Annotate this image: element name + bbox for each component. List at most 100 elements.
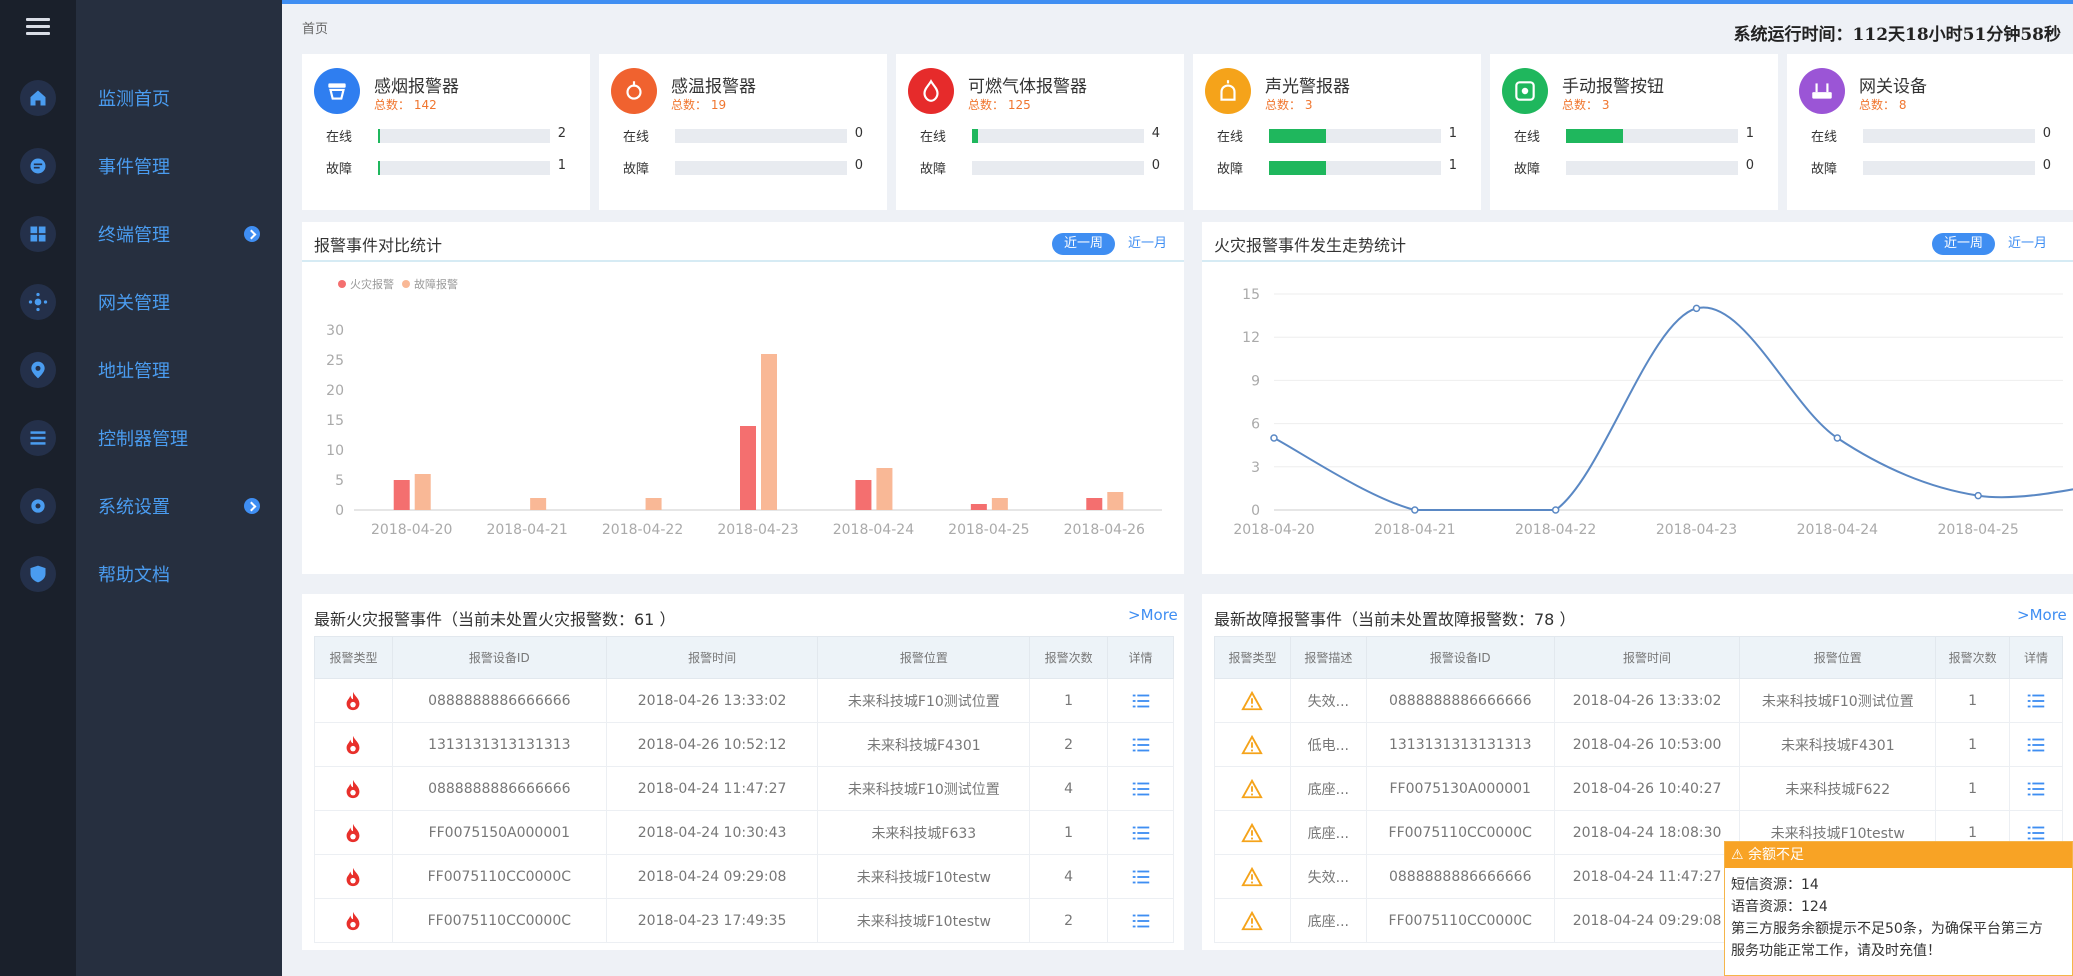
chat-icon[interactable] <box>20 148 56 184</box>
detail-cell[interactable] <box>1107 678 1174 723</box>
sidebar-item[interactable]: 系统设置 <box>76 486 282 526</box>
detail-list-icon[interactable] <box>2025 690 2047 712</box>
detail-cell[interactable] <box>1107 898 1174 943</box>
fire-alarm-icon <box>347 911 360 930</box>
bar <box>761 354 777 510</box>
detail-cell[interactable] <box>1107 810 1174 855</box>
online-label: 在线 <box>326 130 353 145</box>
network-icon[interactable] <box>20 284 56 320</box>
table-row[interactable]: 1313131313131313 2018-04-26 10:52:12 未来科技城… <box>314 722 1174 767</box>
detail-list-icon[interactable] <box>1130 866 1152 888</box>
detail-list-icon[interactable] <box>2025 778 2047 800</box>
online-bar-fill <box>1566 129 1624 143</box>
sidebar-item[interactable]: 地址管理 <box>76 350 282 390</box>
detail-list-icon[interactable] <box>1130 778 1152 800</box>
table-row[interactable]: 低电... 1313131313131313 2018-04-26 10:53:00… <box>1214 722 2063 767</box>
fault-count: 0 <box>854 158 863 173</box>
bar <box>876 468 893 510</box>
detail-cell[interactable] <box>1107 854 1174 899</box>
online-count: 1 <box>1448 126 1457 141</box>
detail-cell[interactable] <box>1107 722 1174 767</box>
device-card[interactable]: 声光警报器 总数： 3 在线 1 故障 1 <box>1193 54 1481 210</box>
detail-list-icon[interactable] <box>1130 910 1152 932</box>
y-tick-label: 5 <box>335 473 344 489</box>
fault-label: 故障 <box>1811 162 1838 177</box>
table-row[interactable]: 底座... FF0075130A000001 2018-04-26 10:40:27… <box>1214 766 2063 811</box>
table-cell: 1 <box>1935 766 2011 811</box>
fault-row: 故障 1 <box>326 158 576 177</box>
table-cell: FF0075130A000001 <box>1365 766 1555 811</box>
sidebar-item[interactable]: 控制器管理 <box>76 418 282 458</box>
table-row[interactable]: FF0075110CC0000C 2018-04-24 09:29:08 未来科技城… <box>314 854 1174 899</box>
detail-list-icon[interactable] <box>1130 734 1152 756</box>
alarm-type-cell <box>314 722 393 767</box>
x-tick-label: 2018-04-20 <box>1233 522 1314 538</box>
warning-icon: ⚠ <box>1731 847 1744 863</box>
more-link[interactable]: >More <box>1128 606 1178 624</box>
alarm-type-cell <box>314 854 393 899</box>
table-cell: 失效... <box>1289 678 1367 723</box>
detail-cell[interactable] <box>2009 722 2063 767</box>
gear-icon[interactable] <box>20 488 56 524</box>
device-card[interactable]: 感温报警器 总数： 19 在线 0 故障 0 <box>599 54 887 210</box>
detail-cell[interactable] <box>2009 766 2063 811</box>
sidebar-item[interactable]: 终端管理 <box>76 214 282 254</box>
detail-list-icon[interactable] <box>1130 690 1152 712</box>
table-cell: 2018-04-26 10:53:00 <box>1553 722 1741 767</box>
online-bar <box>1566 129 1738 143</box>
warning-triangle-icon <box>1241 910 1264 930</box>
detail-list-icon[interactable] <box>1130 822 1152 844</box>
device-card[interactable]: 感烟报警器 总数： 142 在线 2 故障 1 <box>302 54 590 210</box>
bar <box>740 426 756 510</box>
table-cell: 4 <box>1029 854 1109 899</box>
online-count: 2 <box>557 126 566 141</box>
device-card[interactable]: 网关设备 总数： 8 在线 0 故障 0 <box>1787 54 2073 210</box>
y-tick-label: 0 <box>1251 503 1260 519</box>
fire-events-table: 报警类型 报警设备ID 报警时间 报警位置 报警次数 详情 0888888886666666… <box>314 636 1174 943</box>
detail-cell[interactable] <box>2009 678 2063 723</box>
device-card[interactable]: 手动报警按钮 总数： 3 在线 1 故障 0 <box>1490 54 1778 210</box>
data-point <box>1551 506 1560 514</box>
list-icon[interactable] <box>20 420 56 456</box>
panel-title: 最新火灾报警事件（当前未处置火灾报警数：61 ） <box>314 610 676 629</box>
fault-bar <box>1863 161 2035 175</box>
more-link[interactable]: >More <box>2017 606 2067 624</box>
fire-alarm-icon <box>347 735 360 754</box>
table-row[interactable]: 0888888886666666 2018-04-24 11:47:27 未来科技城… <box>314 766 1174 811</box>
shield-icon[interactable] <box>20 556 56 592</box>
online-bar <box>972 129 1144 143</box>
data-point <box>1833 434 1842 442</box>
table-row[interactable]: 失效... 0888888886666666 2018-04-26 13:33:02… <box>1214 678 2063 723</box>
device-card[interactable]: 可燃气体报警器 总数： 125 在线 4 故障 0 <box>896 54 1184 210</box>
location-icon[interactable] <box>20 352 56 388</box>
sidebar-item[interactable]: 帮助文档 <box>76 554 282 594</box>
table-cell: 未来科技城F10测试位置 <box>1739 678 1937 723</box>
fault-bar <box>1566 161 1738 175</box>
hamburger-menu-icon[interactable] <box>26 18 50 36</box>
sidebar-item-label: 事件管理 <box>98 157 170 178</box>
table-cell: 1 <box>1029 678 1109 723</box>
fault-bar <box>1269 161 1441 175</box>
table-row[interactable]: FF0075150A000001 2018-04-24 10:30:43 未来科技城… <box>314 810 1174 855</box>
detail-list-icon[interactable] <box>2025 734 2047 756</box>
detail-cell[interactable] <box>1107 766 1174 811</box>
fault-bar-fill <box>1269 161 1327 175</box>
legend-label: 火灾报警 <box>350 277 394 291</box>
fault-count: 0 <box>1745 158 1754 173</box>
fault-bar-fill <box>378 161 381 175</box>
online-label: 在线 <box>1811 130 1838 145</box>
table-cell: 失效... <box>1289 854 1367 899</box>
grid-icon[interactable] <box>20 216 56 252</box>
table-row[interactable]: 0888888886666666 2018-04-26 13:33:02 未来科技城… <box>314 678 1174 723</box>
sidebar-item[interactable]: 事件管理 <box>76 146 282 186</box>
home-icon[interactable] <box>20 80 56 116</box>
online-label: 在线 <box>623 130 650 145</box>
sidebar-item[interactable]: 监测首页 <box>76 78 282 118</box>
table-cell: 未来科技城F10测试位置 <box>817 678 1031 723</box>
table-cell: 2018-04-24 11:47:27 <box>605 766 819 811</box>
table-row[interactable]: FF0075110CC0000C 2018-04-23 17:49:35 未来科技城… <box>314 898 1174 943</box>
y-tick-label: 6 <box>1251 417 1260 433</box>
fault-label: 故障 <box>1514 162 1541 177</box>
sidebar-item[interactable]: 网关管理 <box>76 282 282 322</box>
bar <box>1086 498 1103 510</box>
